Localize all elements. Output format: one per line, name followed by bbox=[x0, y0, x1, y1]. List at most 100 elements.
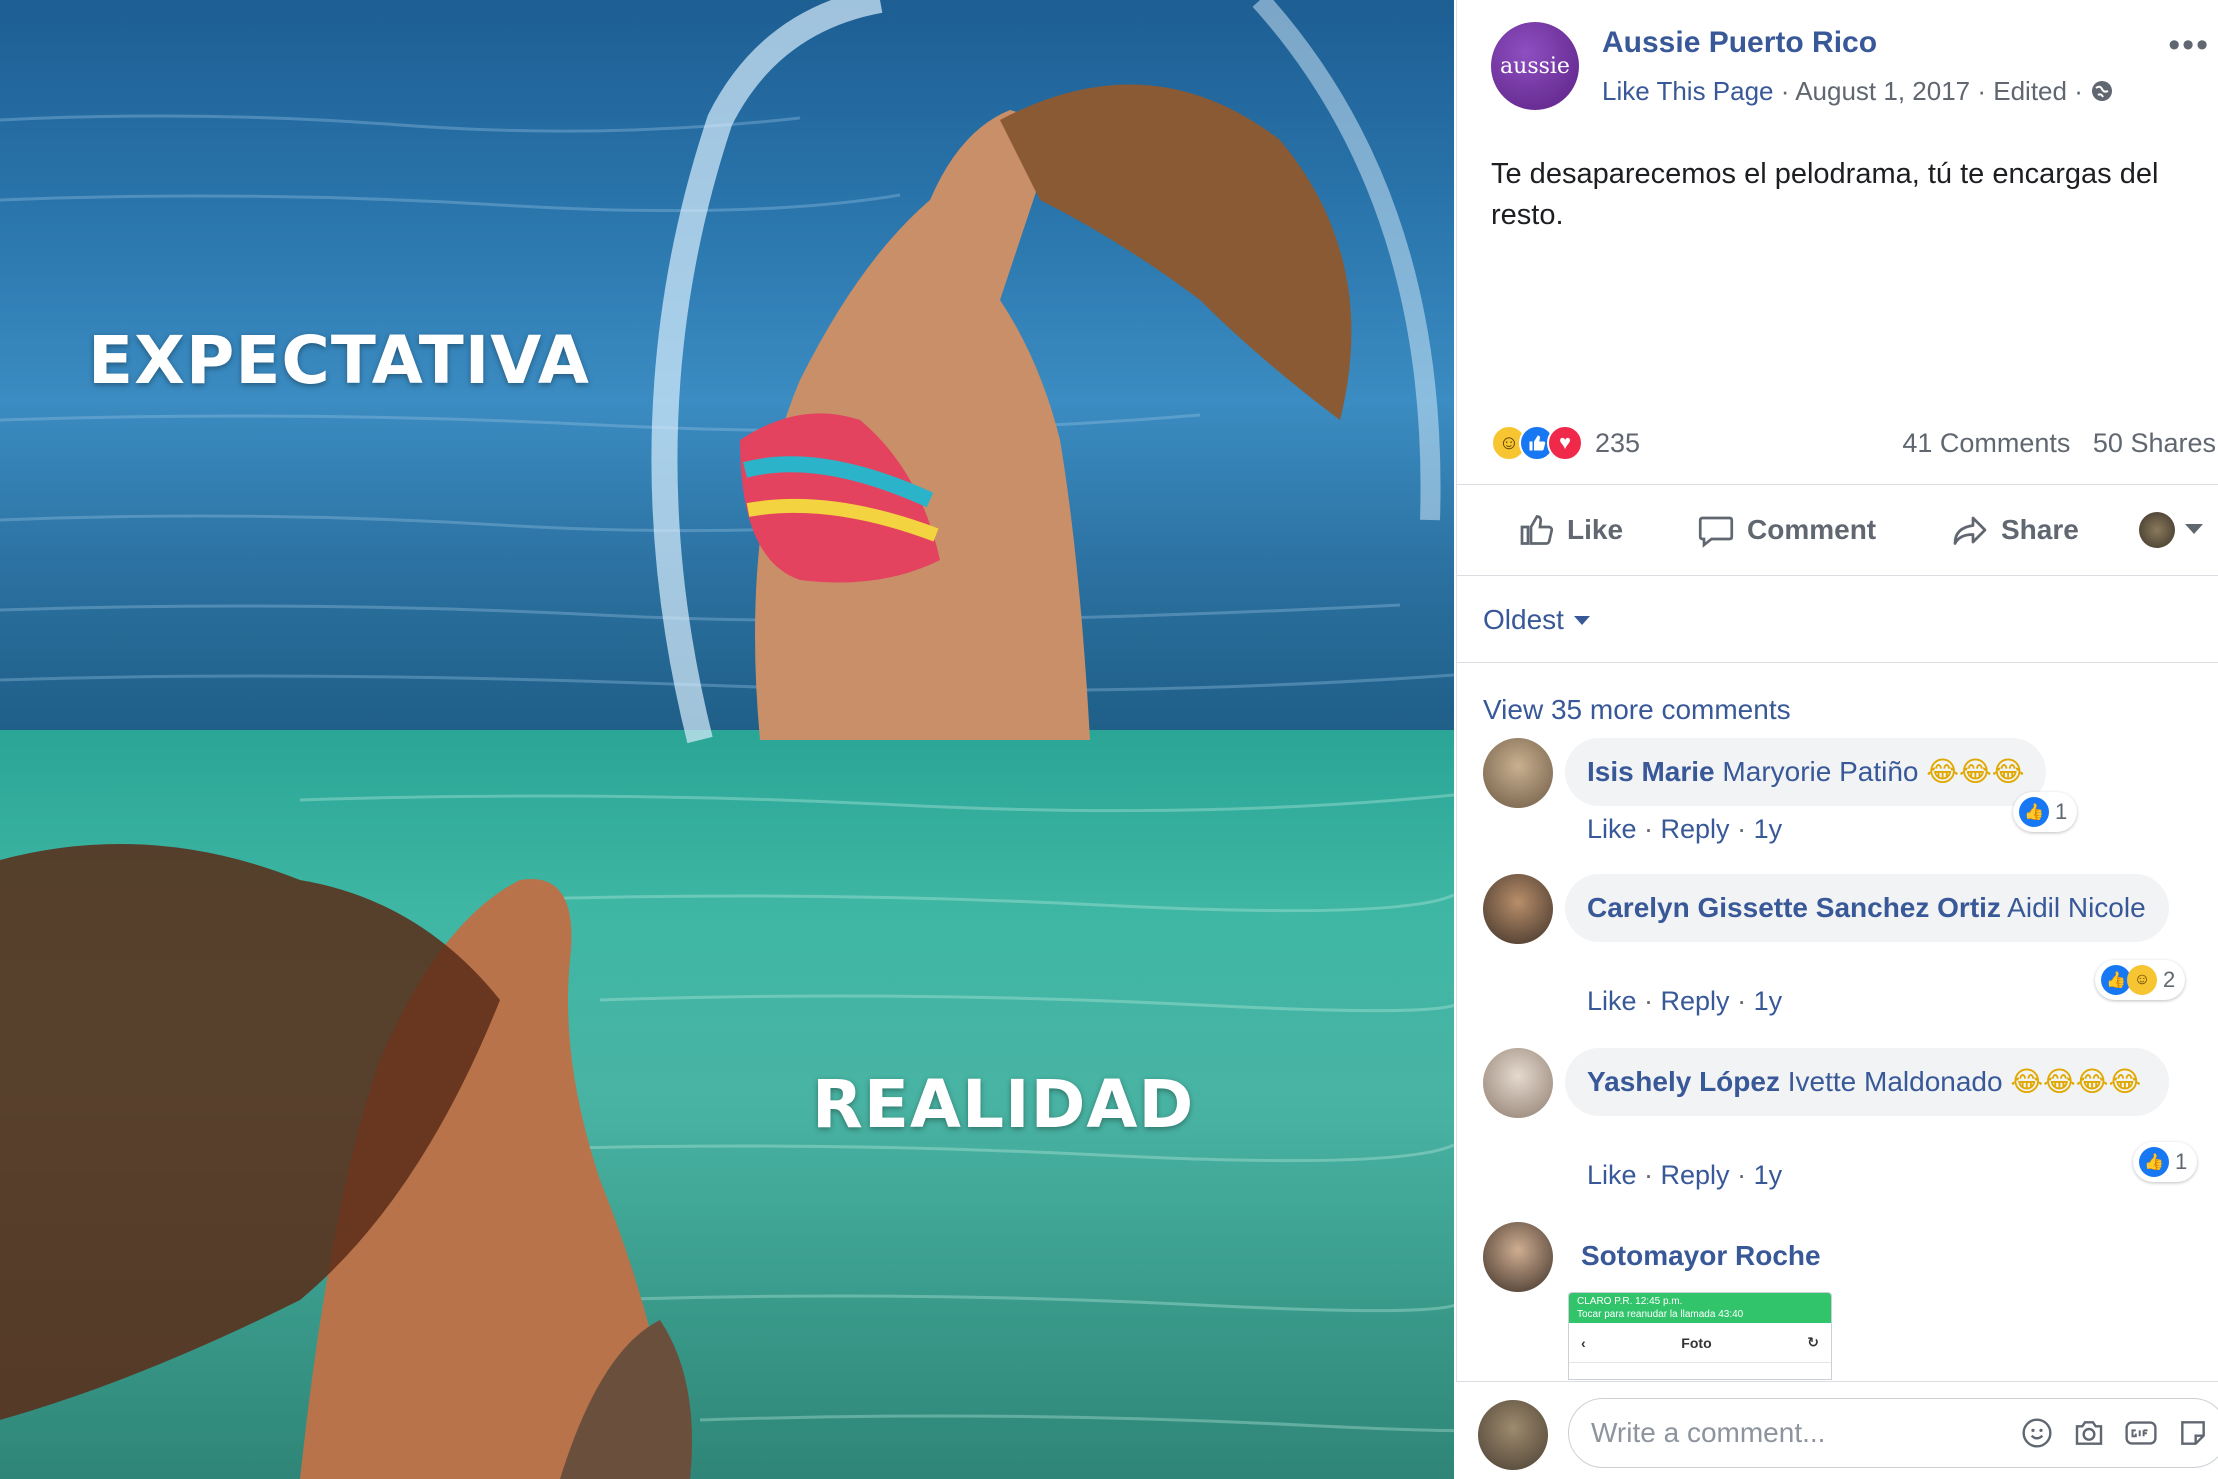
thumbs-up-icon bbox=[1520, 515, 1554, 545]
commenter-avatar[interactable] bbox=[1483, 738, 1553, 808]
attachment-status-line2: Tocar para reanudar la llamada 43:40 bbox=[1577, 1309, 1744, 1320]
photo-text-realidad: REALIDAD bbox=[812, 1066, 1195, 1143]
comment-actions: Like · Reply · 1y bbox=[1587, 986, 1783, 1016]
like-button-label: Like bbox=[1567, 514, 1624, 545]
like-reaction-icon: 👍 bbox=[2139, 1147, 2169, 1177]
comment-emoji: 😂😂😂😂 bbox=[2010, 1066, 2142, 1097]
attachment-title: Foto bbox=[1681, 1334, 1712, 1351]
comments-count-link[interactable]: 41 Comments bbox=[1902, 428, 2070, 458]
sticker-icon[interactable] bbox=[2175, 1415, 2211, 1451]
tagged-user[interactable]: Aidil Nicole bbox=[2007, 892, 2146, 923]
like-page-link[interactable]: Like This Page bbox=[1602, 76, 1774, 106]
page-avatar-logo-text: aussie bbox=[1500, 53, 1570, 79]
commenter-name[interactable]: Isis Marie bbox=[1587, 756, 1715, 787]
like-button[interactable]: Like bbox=[1519, 512, 1623, 548]
share-arrow-icon bbox=[1953, 516, 1987, 545]
comment-sort-label: Oldest bbox=[1483, 604, 1564, 635]
commenter-avatar[interactable] bbox=[1483, 1048, 1553, 1118]
post-meta: Like This Page · August 1, 2017 · Edited… bbox=[1602, 76, 2114, 107]
haha-reaction-icon: ☺ bbox=[2127, 965, 2157, 995]
engagement-counts: 41 Comments 50 Shares bbox=[1902, 428, 2216, 459]
edited-label[interactable]: Edited bbox=[1993, 76, 2067, 106]
comment-composer bbox=[1456, 1381, 2218, 1479]
comment-actions: Like · Reply · 1y bbox=[1587, 814, 1783, 844]
comment-item: Sotomayor Roche bbox=[1483, 1222, 2213, 1292]
post-actions-bar: Like Comment Share bbox=[1457, 490, 2218, 570]
camera-icon[interactable] bbox=[2071, 1415, 2107, 1451]
comment-reaction-count: 1 bbox=[2055, 799, 2068, 824]
comment-reactions[interactable]: 👍 1 bbox=[2013, 792, 2078, 832]
comment-reaction-count: 2 bbox=[2163, 967, 2176, 992]
share-button-label: Share bbox=[2001, 514, 2079, 545]
commenter-avatar[interactable] bbox=[1483, 874, 1553, 944]
shares-count-link[interactable]: 50 Shares bbox=[2093, 428, 2216, 458]
comment-like-link[interactable]: Like bbox=[1587, 814, 1637, 844]
divider bbox=[1457, 575, 2218, 576]
back-arrow-icon: ‹ bbox=[1581, 1334, 1586, 1351]
tagged-user[interactable]: Ivette Maldonado bbox=[1788, 1066, 2003, 1097]
comment-item: Isis Marie Maryorie Patiño 😂😂😂 👍 1 Like … bbox=[1483, 738, 2213, 858]
attachment-status-line: CLARO P.R. 12:45 p.m. bbox=[1577, 1296, 1683, 1307]
comment-input[interactable] bbox=[1591, 1417, 2011, 1449]
reaction-count[interactable]: 235 bbox=[1595, 428, 1640, 459]
attachment-status-bar: CLARO P.R. 12:45 p.m. Tocar para reanuda… bbox=[1569, 1293, 1831, 1323]
chevron-down-icon[interactable] bbox=[2185, 524, 2203, 534]
post-as-avatar[interactable] bbox=[2139, 512, 2175, 548]
attachment-nav: ‹ Foto ↻ bbox=[1569, 1323, 1831, 1363]
comment-actions: Like · Reply · 1y bbox=[1587, 1160, 1783, 1190]
comment-item: Yashely López Ivette Maldonado 😂😂😂😂 👍 1 … bbox=[1483, 1048, 2213, 1198]
comment-reactions[interactable]: 👍 1 bbox=[2133, 1142, 2198, 1182]
comment-bubble: Carelyn Gissette Sanchez Ortiz Aidil Nic… bbox=[1565, 874, 2169, 942]
comment-sort-dropdown[interactable]: Oldest bbox=[1483, 604, 1590, 636]
comment-reaction-count: 1 bbox=[2175, 1149, 2188, 1174]
photo-text-expectativa: EXPECTATIVA bbox=[88, 322, 590, 399]
post-date[interactable]: August 1, 2017 bbox=[1795, 76, 1970, 106]
tagged-user[interactable]: Maryorie Patiño bbox=[1722, 756, 1918, 787]
comment-icon bbox=[1698, 516, 1734, 548]
composer-icons bbox=[2019, 1415, 2211, 1451]
refresh-icon: ↻ bbox=[1807, 1334, 1819, 1350]
comment-bubble: Yashely López Ivette Maldonado 😂😂😂😂 bbox=[1565, 1048, 2169, 1116]
commenter-name[interactable]: Yashely López bbox=[1587, 1066, 1780, 1097]
commenter-name[interactable]: Sotomayor Roche bbox=[1581, 1240, 1821, 1272]
gif-icon[interactable] bbox=[2123, 1415, 2159, 1451]
comment-reply-link[interactable]: Reply bbox=[1661, 1160, 1730, 1190]
comment-bubble: Isis Marie Maryorie Patiño 😂😂😂 bbox=[1565, 738, 2047, 806]
commenter-avatar[interactable] bbox=[1483, 1222, 1553, 1292]
comment-reply-link[interactable]: Reply bbox=[1661, 814, 1730, 844]
post-text: Te desaparecemos el pelodrama, tú te enc… bbox=[1491, 158, 2159, 231]
divider bbox=[1457, 484, 2218, 485]
comment-emoji: 😂😂😂 bbox=[1926, 756, 2025, 787]
comment-input-box[interactable] bbox=[1568, 1398, 2218, 1468]
comment-image-attachment[interactable]: CLARO P.R. 12:45 p.m. Tocar para reanuda… bbox=[1568, 1292, 1832, 1380]
view-more-comments-link[interactable]: View 35 more comments bbox=[1483, 694, 1791, 726]
commenter-name[interactable]: Carelyn Gissette Sanchez Ortiz bbox=[1587, 892, 2001, 923]
current-user-avatar[interactable] bbox=[1478, 1400, 1548, 1470]
comment-button[interactable]: Comment bbox=[1697, 512, 1876, 548]
more-options-icon[interactable]: ••• bbox=[2168, 26, 2210, 65]
comment-button-label: Comment bbox=[1747, 514, 1877, 545]
share-button[interactable]: Share bbox=[1951, 512, 2079, 548]
comment-item: Carelyn Gissette Sanchez Ortiz Aidil Nic… bbox=[1483, 874, 2213, 1024]
meta-separator: · bbox=[1977, 76, 1994, 106]
comment-reactions[interactable]: 👍 ☺ 2 bbox=[2095, 960, 2186, 1000]
reactions-summary[interactable]: ☺ ♥ 235 bbox=[1491, 420, 1640, 466]
like-reaction-icon: 👍 bbox=[2019, 797, 2049, 827]
page-name-link[interactable]: Aussie Puerto Rico bbox=[1602, 26, 1877, 60]
comment-time[interactable]: 1y bbox=[1754, 814, 1783, 844]
comment-time[interactable]: 1y bbox=[1754, 1160, 1783, 1190]
post-photo[interactable]: EXPECTATIVA REALIDAD bbox=[0, 0, 1454, 1479]
page-avatar[interactable]: aussie bbox=[1491, 22, 1579, 110]
love-reaction-icon: ♥ bbox=[1547, 425, 1583, 461]
meta-separator: · bbox=[2074, 76, 2091, 106]
comment-like-link[interactable]: Like bbox=[1587, 986, 1637, 1016]
comment-time[interactable]: 1y bbox=[1754, 986, 1783, 1016]
comment-like-link[interactable]: Like bbox=[1587, 1160, 1637, 1190]
emoji-icon[interactable] bbox=[2019, 1415, 2055, 1451]
divider bbox=[1457, 662, 2218, 663]
comment-reply-link[interactable]: Reply bbox=[1661, 986, 1730, 1016]
post-panel: aussie Aussie Puerto Rico Like This Page… bbox=[1456, 0, 2218, 1479]
caret-down-icon bbox=[1573, 615, 1590, 625]
photo-illustration bbox=[0, 0, 1454, 1479]
meta-separator: · bbox=[1780, 76, 1796, 106]
